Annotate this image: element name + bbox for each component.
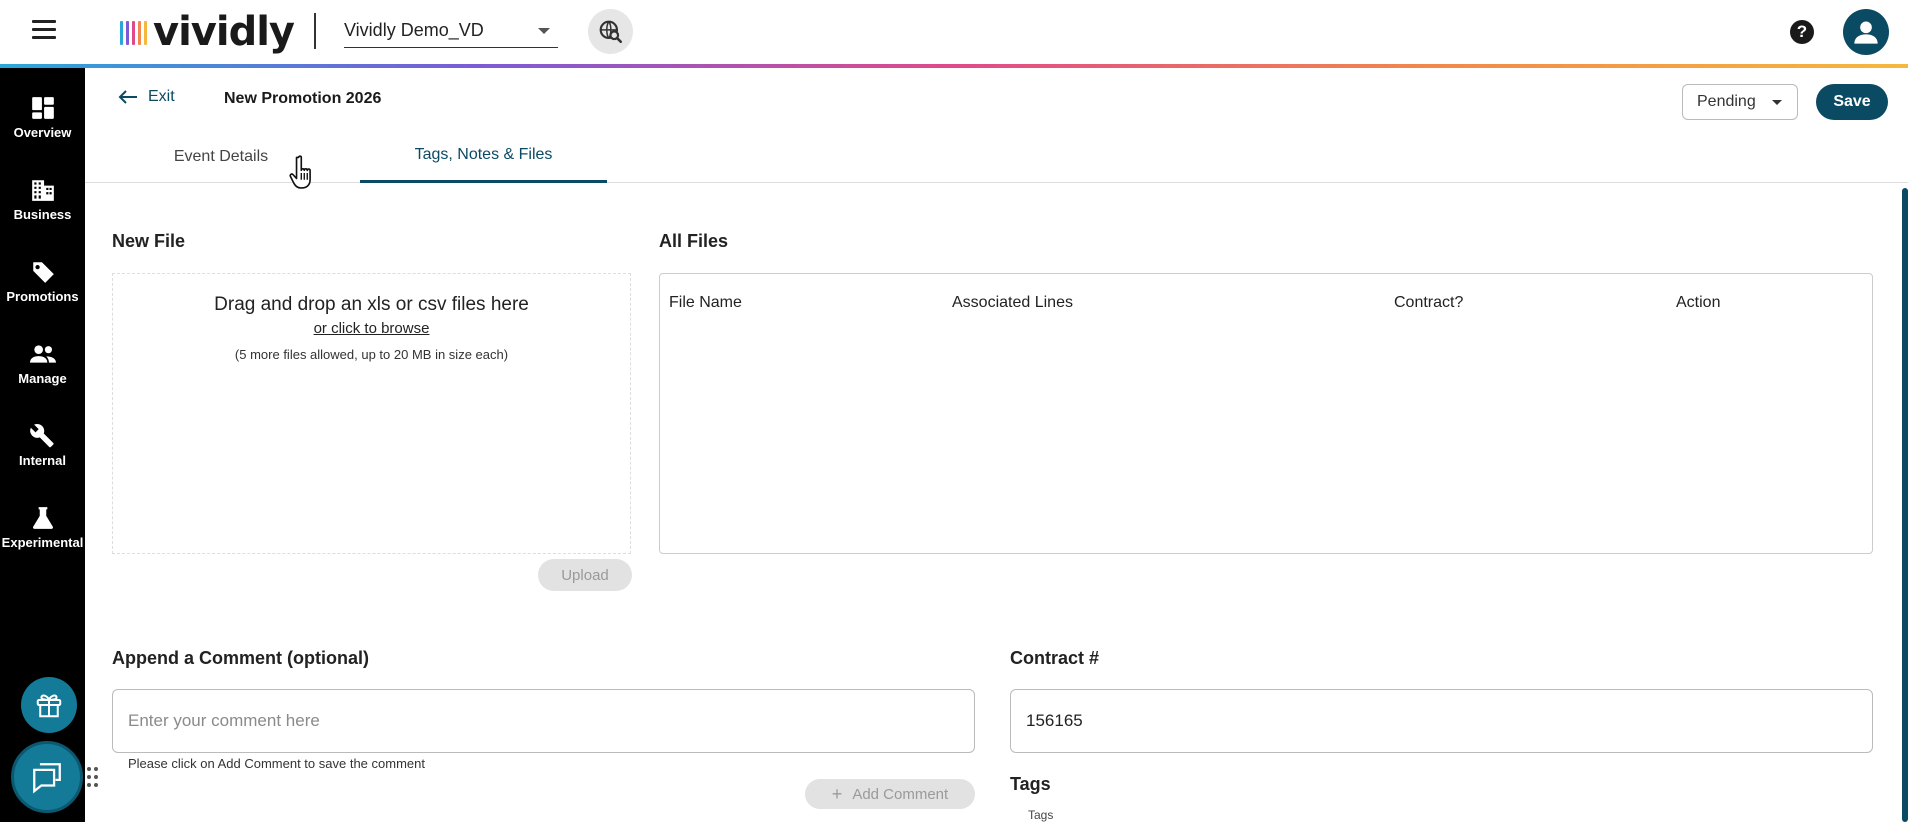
column-header-action[interactable]: Action bbox=[1676, 294, 1720, 312]
scrollbar[interactable] bbox=[1902, 188, 1908, 822]
org-select-value: Vividly Demo_VD bbox=[344, 20, 484, 40]
tag-icon bbox=[31, 261, 54, 283]
exit-label: Exit bbox=[148, 88, 175, 105]
chat-button[interactable] bbox=[11, 741, 83, 813]
sidebar-item-experimental[interactable]: Experimental bbox=[0, 492, 85, 562]
building-icon bbox=[31, 179, 54, 201]
sidebar-item-promotions[interactable]: Promotions bbox=[0, 246, 85, 316]
all-files-heading: All Files bbox=[659, 231, 729, 251]
add-comment-button[interactable]: + Add Comment bbox=[805, 779, 975, 809]
column-header-associated-lines[interactable]: Associated Lines bbox=[952, 294, 1073, 312]
sidebar-item-label: Promotions bbox=[6, 288, 79, 304]
comment-helper-text: Please click on Add Comment to save the … bbox=[128, 756, 425, 771]
files-table: File Name Associated Lines Contract? Act… bbox=[659, 273, 1873, 554]
plus-icon: + bbox=[831, 784, 843, 804]
user-icon bbox=[1854, 21, 1878, 44]
avatar[interactable] bbox=[1843, 9, 1889, 55]
gift-icon bbox=[36, 694, 62, 718]
new-file-heading: New File bbox=[112, 231, 186, 251]
chevron-down-icon bbox=[538, 27, 550, 34]
org-select[interactable]: Vividly Demo_VD bbox=[344, 14, 558, 48]
top-bar: vividly Vividly Demo_VD ? bbox=[0, 0, 1908, 64]
tab-tags-notes-files[interactable]: Tags, Notes & Files bbox=[360, 130, 607, 183]
column-header-contract[interactable]: Contract? bbox=[1394, 294, 1463, 312]
tab-bar: Event Details Tags, Notes & Files bbox=[85, 130, 1908, 183]
drag-handle-icon[interactable] bbox=[86, 766, 100, 788]
people-icon bbox=[29, 344, 56, 363]
sidebar-item-label: Internal bbox=[19, 452, 66, 468]
vividly-logo[interactable]: vividly bbox=[120, 9, 295, 55]
flask-icon bbox=[32, 506, 53, 529]
logo-text: vividly bbox=[153, 9, 295, 55]
contract-heading: Contract # bbox=[1010, 648, 1100, 668]
tags-field-label: Tags bbox=[1028, 808, 1054, 822]
chat-icon bbox=[33, 763, 61, 794]
add-comment-label: Add Comment bbox=[852, 785, 949, 803]
browse-link[interactable]: or click to browse bbox=[113, 320, 630, 337]
divider bbox=[314, 13, 316, 49]
search-button[interactable] bbox=[588, 9, 633, 54]
save-button[interactable]: Save bbox=[1816, 84, 1888, 120]
page-title: New Promotion 2026 bbox=[224, 90, 382, 107]
gift-button[interactable] bbox=[21, 677, 77, 733]
dashboard-icon bbox=[31, 96, 54, 119]
chevron-down-icon bbox=[1771, 99, 1782, 105]
sidebar-item-label: Experimental bbox=[1, 534, 84, 550]
tags-heading: Tags bbox=[1010, 774, 1051, 794]
search-globe-icon bbox=[599, 20, 622, 43]
dropzone-text: Drag and drop an xls or csv files here bbox=[214, 294, 529, 315]
table-header: File Name Associated Lines Contract? Act… bbox=[660, 274, 1872, 330]
upload-button[interactable]: Upload bbox=[538, 559, 632, 591]
status-select[interactable]: Pending bbox=[1682, 84, 1798, 120]
sidebar-item-manage[interactable]: Manage bbox=[0, 328, 85, 398]
wrench-icon bbox=[29, 423, 54, 447]
menu-icon[interactable] bbox=[32, 20, 56, 40]
sidebar-item-label: Business bbox=[13, 206, 72, 222]
sidebar-item-overview[interactable]: Overview bbox=[0, 82, 85, 152]
sidebar-item-business[interactable]: Business bbox=[0, 164, 85, 234]
exit-button[interactable]: Exit bbox=[118, 88, 175, 106]
status-select-value: Pending bbox=[1697, 93, 1756, 110]
comment-input[interactable] bbox=[112, 689, 975, 753]
comment-heading: Append a Comment (optional) bbox=[112, 648, 369, 668]
logo-bars-icon bbox=[120, 19, 147, 45]
file-dropzone[interactable]: Drag and drop an xls or csv files here o… bbox=[112, 273, 631, 554]
sidebar-item-internal[interactable]: Internal bbox=[0, 410, 85, 480]
contract-number-field[interactable] bbox=[1010, 689, 1873, 753]
help-icon[interactable]: ? bbox=[1790, 20, 1814, 44]
sidebar-item-label: Overview bbox=[13, 124, 72, 140]
brand-gradient-bar bbox=[0, 64, 1908, 68]
arrow-left-icon bbox=[118, 90, 137, 104]
sidebar-item-label: Manage bbox=[18, 370, 67, 386]
hand-pointer-icon bbox=[289, 155, 311, 189]
column-header-file-name[interactable]: File Name bbox=[669, 294, 742, 312]
file-limit-note: (5 more files allowed, up to 20 MB in si… bbox=[234, 347, 509, 362]
